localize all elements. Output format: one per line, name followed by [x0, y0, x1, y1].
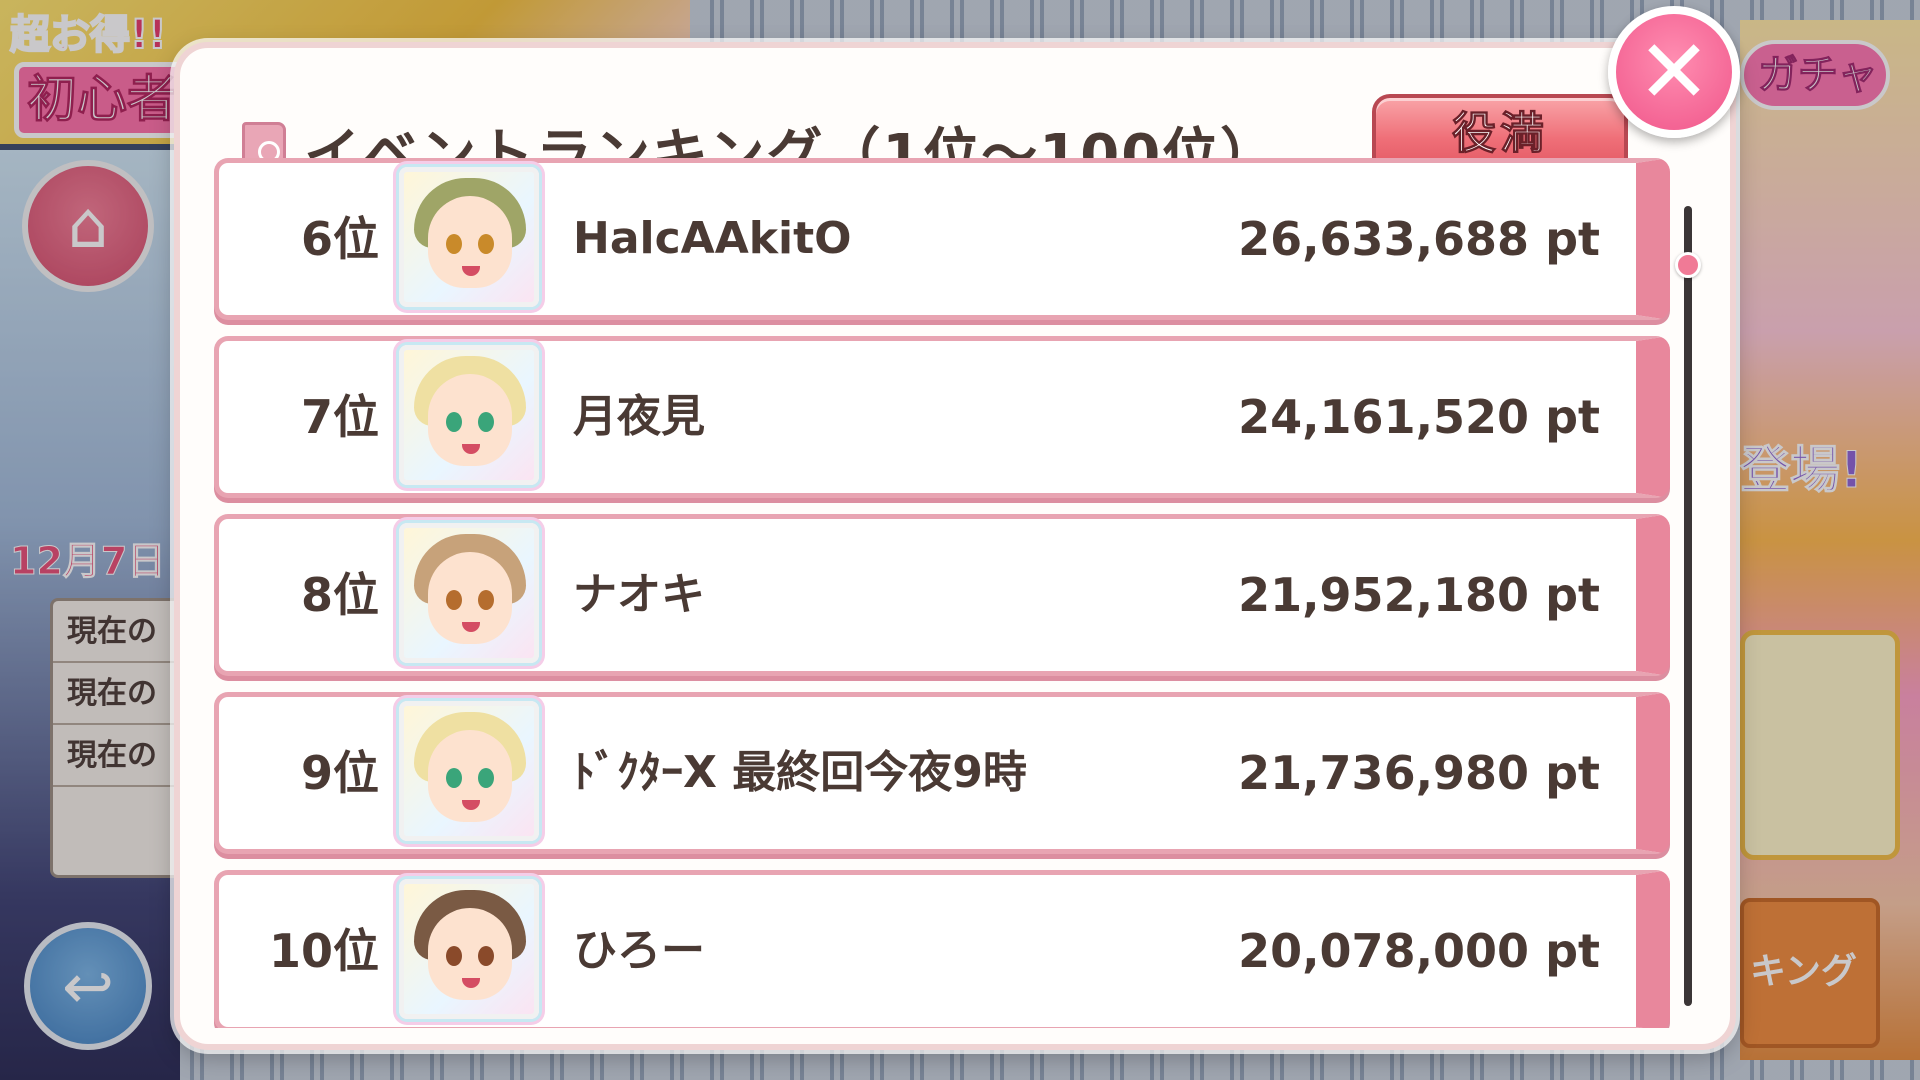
- player-score: 21,952,180 pt: [1238, 568, 1600, 622]
- player-score: 24,161,520 pt: [1238, 390, 1600, 444]
- ranking-row[interactable]: 8位 ナオキ 21,952,180 pt: [214, 514, 1670, 676]
- player-avatar[interactable]: [399, 523, 539, 663]
- player-avatar[interactable]: [399, 879, 539, 1019]
- ranking-row[interactable]: 10位 ひろー 20,078,000 pt: [214, 870, 1670, 1028]
- player-avatar[interactable]: [399, 345, 539, 485]
- avatar-eye: [446, 590, 462, 610]
- rank-label: 10位: [268, 924, 379, 978]
- close-button[interactable]: ✕: [1608, 6, 1740, 138]
- ranking-row[interactable]: 9位 ﾄﾞｸﾀｰX 最終回今夜9時 21,736,980 pt: [214, 692, 1670, 854]
- player-name: ﾄﾞｸﾀｰX 最終回今夜9時: [573, 747, 1027, 798]
- avatar-eye: [446, 412, 462, 432]
- rank-label: 9位: [300, 746, 379, 800]
- avatar-eye: [446, 768, 462, 788]
- avatar-eye: [478, 590, 494, 610]
- player-avatar[interactable]: [399, 701, 539, 841]
- player-score: 20,078,000 pt: [1238, 924, 1600, 978]
- avatar-eye: [478, 234, 494, 254]
- player-name: ひろー: [573, 925, 705, 976]
- avatar-eye: [478, 946, 494, 966]
- scrollbar-thumb[interactable]: [1675, 252, 1701, 279]
- scrollbar-track[interactable]: [1675, 206, 1701, 1006]
- ranking-row[interactable]: 7位 月夜見 24,161,520 pt: [214, 336, 1670, 498]
- rank-label: 6位: [300, 212, 379, 266]
- player-score: 21,736,980 pt: [1238, 746, 1600, 800]
- avatar-eye: [446, 946, 462, 966]
- player-score: 26,633,688 pt: [1238, 212, 1600, 266]
- close-icon: ✕: [1637, 20, 1711, 123]
- avatar-eye: [478, 412, 494, 432]
- player-avatar[interactable]: [399, 167, 539, 307]
- avatar-eye: [446, 234, 462, 254]
- player-name: 月夜見: [573, 391, 705, 442]
- player-name: ナオキ: [573, 569, 705, 620]
- ranking-list[interactable]: 6位 HalcAAkitO 26,633,688 pt 7位 月夜見 24,161,520…: [214, 158, 1670, 1028]
- event-ranking-dialog: イベントランキング（1位〜100位） 役満 6位 HalcAAkitO 26,633…: [174, 42, 1736, 1050]
- ranking-row[interactable]: 6位 HalcAAkitO 26,633,688 pt: [214, 158, 1670, 320]
- player-name: HalcAAkitO: [573, 213, 852, 264]
- rank-label: 7位: [300, 390, 379, 444]
- avatar-eye: [478, 768, 494, 788]
- rank-label: 8位: [300, 568, 379, 622]
